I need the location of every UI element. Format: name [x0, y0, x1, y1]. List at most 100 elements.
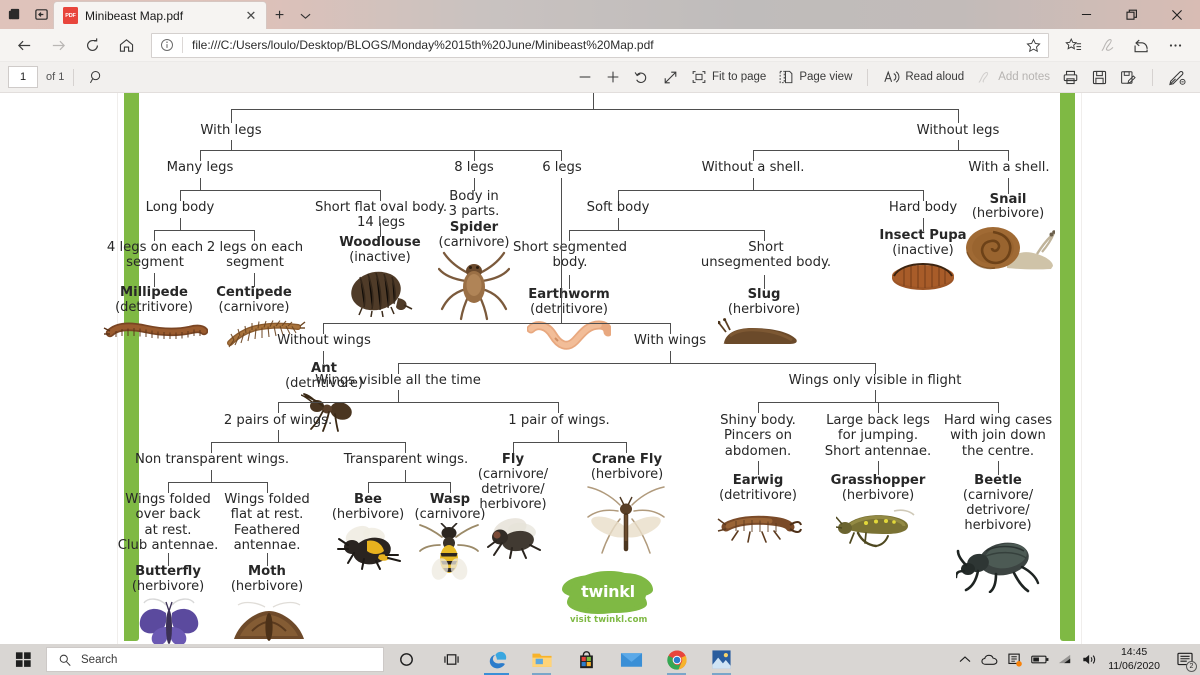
- action-center-icon[interactable]: 2: [1170, 644, 1200, 675]
- chevron-down-icon[interactable]: [293, 2, 317, 29]
- favorite-star-icon[interactable]: [1018, 34, 1048, 57]
- page-number-input[interactable]: 1: [8, 66, 38, 88]
- classification-key-diagram: With legs Without legs Many legs 8 legs …: [103, 93, 1081, 644]
- twinkl-logo: twinkl: [570, 571, 646, 611]
- node-wings-only-visible-in-flight: Wings only visible in flight: [788, 373, 962, 388]
- species-diet-insect-pupa: (inactive): [892, 243, 954, 258]
- node-1-pair-of-wings: 1 pair of wings.: [508, 413, 610, 428]
- fit-to-page-button[interactable]: Fit to page: [685, 62, 772, 93]
- mail-icon[interactable]: [609, 644, 654, 675]
- taskbar: Search 14:45 11/06/2020 2: [0, 644, 1200, 675]
- connector: [998, 402, 1000, 413]
- onedrive-icon[interactable]: [977, 644, 1002, 675]
- connector: [753, 150, 1009, 152]
- search-icon[interactable]: [83, 62, 111, 93]
- share-icon[interactable]: [1125, 31, 1158, 60]
- tab-preview-icon[interactable]: [6, 6, 23, 23]
- fit-width-icon[interactable]: [656, 62, 685, 93]
- chrome-icon[interactable]: [654, 644, 699, 675]
- species-diet-slug: (herbivore): [727, 302, 801, 317]
- favorites-hub-icon[interactable]: [1057, 31, 1090, 60]
- web-notes-icon[interactable]: [1091, 31, 1124, 60]
- species-name-moth: Moth: [248, 564, 286, 579]
- species-diet-moth: (herbivore): [230, 579, 304, 594]
- toolbar-divider-3: [1152, 68, 1153, 86]
- volume-icon[interactable]: [1077, 644, 1102, 675]
- rotate-icon[interactable]: [627, 62, 656, 93]
- pdf-viewport[interactable]: With legs Without legs Many legs 8 legs …: [0, 93, 1200, 644]
- new-tab-button[interactable]: +: [266, 2, 293, 29]
- print-icon[interactable]: [1056, 62, 1085, 93]
- fly-illustration: [487, 518, 541, 559]
- clock[interactable]: 14:45 11/06/2020: [1102, 646, 1170, 673]
- set-aside-tabs-icon[interactable]: [33, 6, 50, 23]
- fit-to-page-label: Fit to page: [711, 71, 767, 83]
- species-diet-crane-fly: (herbivore): [590, 467, 664, 482]
- connector: [231, 109, 958, 111]
- node-many-legs: Many legs: [166, 160, 234, 175]
- refresh-button[interactable]: [76, 31, 109, 60]
- page-view-button[interactable]: Page view: [772, 62, 858, 93]
- restore-button[interactable]: [1109, 0, 1154, 29]
- browser-tab[interactable]: PDF Minibeast Map.pdf ✕: [54, 2, 266, 29]
- search-input[interactable]: Search: [46, 647, 384, 672]
- close-tab-icon[interactable]: ✕: [242, 7, 260, 25]
- species-diet-earthworm: (detritivore): [530, 302, 608, 317]
- zoom-out-button[interactable]: [571, 62, 599, 93]
- earwig-illustration: [717, 515, 802, 543]
- minimize-button[interactable]: [1064, 0, 1109, 29]
- battery-icon[interactable]: [1027, 644, 1052, 675]
- species-name-bee: Bee: [354, 492, 382, 507]
- node-long-body: Long body: [145, 200, 215, 215]
- clock-date: 11/06/2020: [1108, 659, 1160, 672]
- task-view-icon[interactable]: [429, 644, 474, 675]
- pdf-favicon: PDF: [63, 7, 78, 24]
- species-name-crane-fly: Crane Fly: [591, 452, 663, 467]
- app-tray-icon[interactable]: [1002, 644, 1027, 675]
- home-icon[interactable]: [110, 31, 143, 60]
- page-count-label: of 1: [46, 71, 65, 83]
- connector: [278, 402, 280, 413]
- site-info-icon[interactable]: [152, 34, 182, 57]
- save-icon[interactable]: [1085, 62, 1114, 93]
- node-2-legs-each-segment: 2 legs on each segment: [206, 240, 304, 271]
- species-name-earwig: Earwig: [732, 473, 784, 488]
- browser-window: PDF Minibeast Map.pdf ✕ + file:///C:/Use…: [0, 0, 1200, 675]
- save-as-icon[interactable]: [1114, 62, 1143, 93]
- show-hidden-icons-icon[interactable]: [952, 644, 977, 675]
- species-diet-earwig: (detritivore): [719, 488, 797, 503]
- microsoft-store-icon[interactable]: [564, 644, 609, 675]
- species-diet-fly: (carnivore/ detrivore/ herbivore): [477, 467, 549, 513]
- back-button[interactable]: [8, 31, 41, 60]
- species-diet-millipede: (detritivore): [115, 300, 193, 315]
- photos-icon[interactable]: [699, 644, 744, 675]
- twinkl-logo-text: twinkl: [581, 581, 635, 601]
- species-diet-grasshopper: (herbivore): [841, 488, 915, 503]
- connector: [278, 402, 558, 404]
- species-diet-centipede: (carnivore): [218, 300, 290, 315]
- node-without-legs: Without legs: [916, 123, 1000, 138]
- node-2-pairs-of-wings: 2 pairs of wings.: [223, 413, 333, 428]
- forward-button[interactable]: [42, 31, 75, 60]
- connector: [211, 442, 405, 444]
- close-window-button[interactable]: [1154, 0, 1200, 29]
- read-aloud-button[interactable]: Read aloud: [877, 62, 970, 93]
- connector: [561, 178, 563, 324]
- notification-count-badge: 2: [1186, 661, 1197, 672]
- wifi-icon[interactable]: [1052, 644, 1077, 675]
- node-large-back-legs: Large back legs for jumping. Short anten…: [824, 413, 932, 459]
- highlighter-icon[interactable]: [1162, 62, 1200, 93]
- species-name-centipede: Centipede: [216, 285, 292, 300]
- windows-start-icon[interactable]: [0, 644, 46, 675]
- more-options-icon[interactable]: [1159, 31, 1192, 60]
- add-notes-button[interactable]: Add notes: [970, 62, 1056, 93]
- edge-icon[interactable]: [474, 644, 519, 675]
- crane-fly-illustration: [587, 486, 665, 554]
- node-wings-visible-all-the-time: Wings visible all the time: [315, 373, 481, 388]
- cortana-icon[interactable]: [384, 644, 429, 675]
- node-body-in-3-parts: Body in 3 parts.: [448, 189, 500, 220]
- url-text[interactable]: file:///C:/Users/loulo/Desktop/BLOGS/Mon…: [183, 38, 1018, 52]
- address-bar[interactable]: file:///C:/Users/loulo/Desktop/BLOGS/Mon…: [151, 32, 1049, 58]
- file-explorer-icon[interactable]: [519, 644, 564, 675]
- zoom-in-button[interactable]: [599, 62, 627, 93]
